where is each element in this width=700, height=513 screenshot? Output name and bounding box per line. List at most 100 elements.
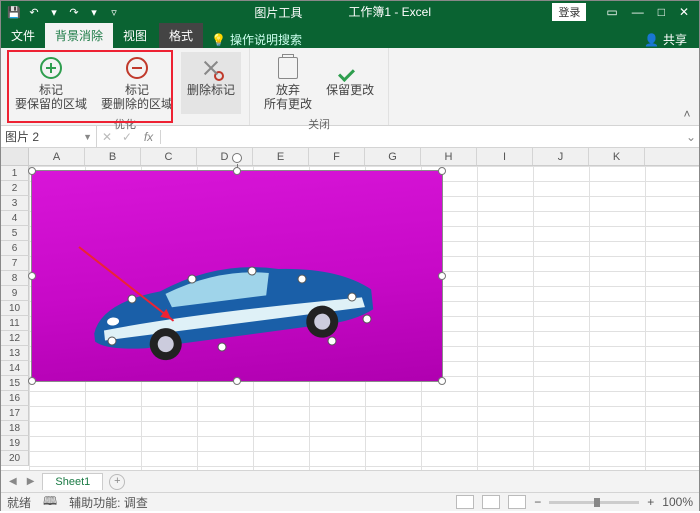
resize-handle-ne[interactable] xyxy=(438,167,446,175)
resize-handle-e[interactable] xyxy=(438,272,446,280)
collapse-ribbon-button[interactable]: ˄ xyxy=(675,48,699,125)
tab-background-removal[interactable]: 背景消除 xyxy=(45,23,113,48)
row-header[interactable]: 5 xyxy=(1,226,29,241)
row-header[interactable]: 13 xyxy=(1,346,29,361)
mark-keep-label1: 标记 xyxy=(39,83,63,97)
login-button[interactable]: 登录 xyxy=(552,3,586,21)
undo-icon[interactable]: ↶ xyxy=(27,5,41,19)
row-header[interactable]: 15 xyxy=(1,376,29,391)
tab-format[interactable]: 格式 xyxy=(159,23,203,48)
row-header[interactable]: 20 xyxy=(1,451,29,466)
zoom-out-button[interactable]: − xyxy=(534,495,541,509)
col-header[interactable]: B xyxy=(85,148,141,165)
row-header[interactable]: 10 xyxy=(1,301,29,316)
delete-mark-button[interactable]: 删除标记 xyxy=(181,52,241,114)
sheet-tab-bar: ◀ ▶ Sheet1 + xyxy=(1,470,699,492)
zoom-slider[interactable] xyxy=(549,501,639,504)
fx-label[interactable]: fx xyxy=(137,130,161,144)
quick-access-toolbar: 💾 ↶ ▾ ↷ ▾ ▿ xyxy=(1,5,127,19)
ribbon-group-refine: 标记要保留的区域 标记要删除的区域 删除标记 优化 xyxy=(1,48,250,125)
maximize-icon[interactable]: □ xyxy=(658,5,665,19)
row-header[interactable]: 6 xyxy=(1,241,29,256)
tab-file[interactable]: 文件 xyxy=(1,23,45,48)
resize-handle-sw[interactable] xyxy=(28,377,36,385)
row-header[interactable]: 7 xyxy=(1,256,29,271)
mark-remove-label2: 要删除的区域 xyxy=(101,97,173,111)
row-header[interactable]: 11 xyxy=(1,316,29,331)
sheet-nav-next-icon[interactable]: ▶ xyxy=(25,476,37,487)
discard-changes-button[interactable]: 放弃所有更改 xyxy=(258,52,318,114)
row-header[interactable]: 12 xyxy=(1,331,29,346)
ribbon-options-icon[interactable]: ▭ xyxy=(606,5,617,19)
col-header[interactable]: F xyxy=(309,148,365,165)
ribbon: 标记要保留的区域 标记要删除的区域 删除标记 优化 放弃所有更改 保留更改 关闭 xyxy=(1,48,699,126)
col-header[interactable]: D xyxy=(197,148,253,165)
cancel-formula-icon[interactable]: ✕ xyxy=(102,130,112,144)
col-header[interactable]: G xyxy=(365,148,421,165)
col-header[interactable]: J xyxy=(533,148,589,165)
col-header[interactable]: C xyxy=(141,148,197,165)
row-header[interactable]: 4 xyxy=(1,211,29,226)
tab-view[interactable]: 视图 xyxy=(113,23,157,48)
status-accessibility: 辅助功能: 调查 xyxy=(69,494,148,511)
column-headers: A B C D E F G H I J K xyxy=(1,148,699,166)
worksheet-grid[interactable]: A B C D E F G H I J K 1 2 3 4 5 6 7 8 9 … xyxy=(1,148,699,470)
mark-areas-to-keep-button[interactable]: 标记要保留的区域 xyxy=(9,52,93,114)
col-header[interactable]: H xyxy=(421,148,477,165)
col-header[interactable]: E xyxy=(253,148,309,165)
mark-areas-to-remove-button[interactable]: 标记要删除的区域 xyxy=(95,52,179,114)
resize-handle-nw[interactable] xyxy=(28,167,36,175)
rotation-handle[interactable] xyxy=(232,153,242,163)
expand-formula-bar-icon[interactable]: ⌄ xyxy=(683,130,699,144)
select-all-corner[interactable] xyxy=(1,148,29,165)
share-icon: 👤 xyxy=(644,33,659,47)
row-header[interactable]: 17 xyxy=(1,406,29,421)
col-header[interactable]: K xyxy=(589,148,645,165)
col-header[interactable]: A xyxy=(29,148,85,165)
minimize-icon[interactable]: — xyxy=(632,5,644,19)
accessibility-icon[interactable]: 🕮 xyxy=(43,492,57,513)
group-name-refine: 优化 xyxy=(114,114,136,132)
zoom-level[interactable]: 100% xyxy=(662,495,693,509)
row-header[interactable]: 3 xyxy=(1,196,29,211)
tell-me-search[interactable]: 💡 操作说明搜索 xyxy=(203,31,310,48)
redo-icon[interactable]: ↷ xyxy=(67,5,81,19)
row-header[interactable]: 14 xyxy=(1,361,29,376)
qat-dropdown-icon[interactable]: ▾ xyxy=(47,5,61,19)
row-header[interactable]: 2 xyxy=(1,181,29,196)
save-icon[interactable]: 💾 xyxy=(7,5,21,19)
share-button[interactable]: 👤 共享 xyxy=(632,31,699,48)
sheet-tab[interactable]: Sheet1 xyxy=(42,473,103,490)
close-icon[interactable]: ✕ xyxy=(679,5,689,19)
row-header[interactable]: 18 xyxy=(1,421,29,436)
resize-handle-w[interactable] xyxy=(28,272,36,280)
group-name-close: 关闭 xyxy=(308,114,330,132)
sheet-nav-prev-icon[interactable]: ◀ xyxy=(7,476,19,487)
row-header[interactable]: 1 xyxy=(1,166,29,181)
resize-handle-se[interactable] xyxy=(438,377,446,385)
normal-view-button[interactable] xyxy=(456,495,474,509)
qat-customize-icon[interactable]: ▿ xyxy=(107,5,121,19)
row-header[interactable]: 8 xyxy=(1,271,29,286)
qat-dropdown2-icon[interactable]: ▾ xyxy=(87,5,101,19)
row-header[interactable]: 19 xyxy=(1,436,29,451)
name-box-value: 图片 2 xyxy=(5,128,39,145)
keep-changes-button[interactable]: 保留更改 xyxy=(320,52,380,114)
row-header[interactable]: 16 xyxy=(1,391,29,406)
row-header[interactable]: 9 xyxy=(1,286,29,301)
add-sheet-button[interactable]: + xyxy=(109,474,125,490)
ribbon-tabs: 文件 背景消除 视图 格式 💡 操作说明搜索 👤 共享 xyxy=(1,23,699,48)
lightbulb-icon: 💡 xyxy=(211,33,226,47)
share-label: 共享 xyxy=(663,31,687,48)
mark-keep-label2: 要保留的区域 xyxy=(15,97,87,111)
page-layout-view-button[interactable] xyxy=(482,495,500,509)
name-box[interactable]: 图片 2 ▼ xyxy=(1,126,97,148)
zoom-in-button[interactable]: + xyxy=(647,495,654,509)
selected-picture[interactable] xyxy=(31,170,443,382)
name-box-dropdown-icon[interactable]: ▼ xyxy=(83,132,92,142)
resize-handle-n[interactable] xyxy=(233,167,241,175)
trash-icon xyxy=(278,57,298,79)
col-header[interactable]: I xyxy=(477,148,533,165)
resize-handle-s[interactable] xyxy=(233,377,241,385)
page-break-view-button[interactable] xyxy=(508,495,526,509)
